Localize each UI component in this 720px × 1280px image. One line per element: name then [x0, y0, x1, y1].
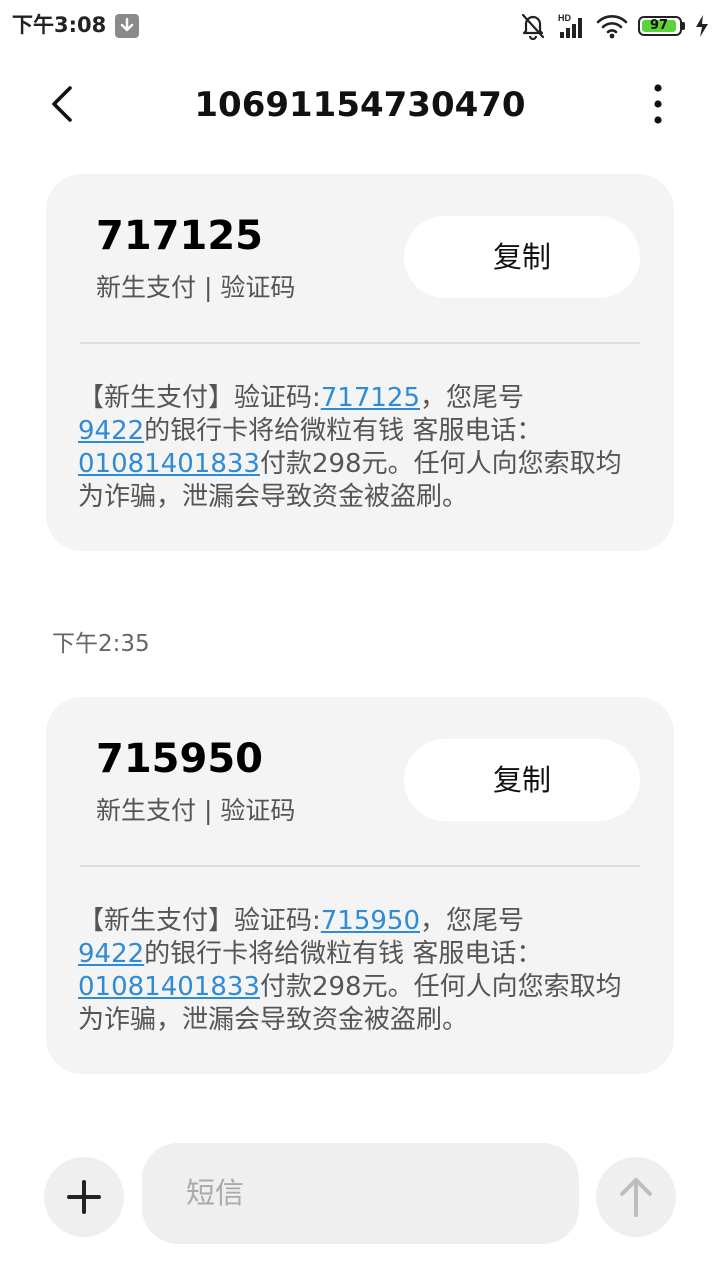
message-input[interactable]: 短信 [142, 1143, 579, 1244]
code-subtitle: 新生支付 | 验证码 [96, 273, 296, 302]
conversation-header: 10691154730470 [0, 62, 720, 148]
code-link[interactable]: 717125 [321, 383, 420, 413]
code-subtitle: 新生支付 | 验证码 [96, 796, 296, 825]
status-time: 下午3:08 [12, 13, 107, 37]
message-text: 为诈骗，泄漏会导致资金被盗刷。 [78, 1005, 469, 1035]
more-vertical-icon [654, 84, 662, 124]
message-text: 【新生支付】验证码: [78, 906, 321, 936]
signal-icon: HD [558, 13, 582, 38]
status-icons: HD 97 [510, 10, 712, 42]
copy-code-button[interactable]: 复制 [404, 739, 640, 821]
message-text: 的银行卡将给微粒有钱 客服电话： [144, 939, 543, 969]
download-icon [115, 14, 139, 38]
phone-number-link[interactable]: 01081401833 [78, 449, 260, 479]
message-text: 付款298元。任何人向您索取均 [259, 449, 622, 479]
message-body: 【新生支付】验证码:717125，您尾号 9422的银行卡将给微粒有钱 客服电话… [78, 382, 644, 514]
message-text: 【新生支付】验证码: [78, 383, 321, 413]
message-card[interactable]: 717125 新生支付 | 验证码 复制 【新生支付】验证码:717125，您尾… [46, 174, 674, 551]
code-link[interactable]: 715950 [321, 906, 420, 936]
divider [80, 342, 640, 344]
message-text: 的银行卡将给微粒有钱 客服电话： [144, 416, 543, 446]
message-text: 付款298元。任何人向您索取均 [259, 972, 622, 1002]
message-text: 为诈骗，泄漏会导致资金被盗刷。 [78, 482, 469, 512]
message-text: ，您尾号 [420, 906, 525, 936]
wifi-icon [596, 15, 628, 39]
copy-code-button[interactable]: 复制 [404, 216, 640, 298]
message-text: ，您尾号 [420, 383, 525, 413]
battery-icon: 97 [638, 16, 685, 36]
back-chevron-icon [52, 86, 72, 122]
add-attachment-button[interactable] [44, 1157, 124, 1237]
back-button[interactable] [36, 78, 88, 130]
phone-number-link[interactable]: 01081401833 [78, 972, 260, 1002]
more-options-button[interactable] [634, 78, 682, 130]
verification-code: 717125 [96, 213, 263, 259]
mute-bell-icon [521, 13, 545, 40]
charging-icon [696, 15, 708, 37]
status-bar: 下午3:08 HD 97 [0, 0, 720, 52]
plus-icon [67, 1180, 101, 1214]
conversation-title: 10691154730470 [194, 85, 526, 125]
card-number-link[interactable]: 9422 [78, 416, 144, 446]
card-number-link[interactable]: 9422 [78, 939, 144, 969]
divider [80, 865, 640, 867]
message-input-placeholder: 短信 [186, 1176, 245, 1210]
send-button[interactable] [596, 1157, 676, 1237]
send-arrow-icon [620, 1178, 652, 1217]
verification-code: 715950 [96, 736, 263, 782]
svg-text:HD: HD [558, 13, 571, 23]
message-card[interactable]: 715950 新生支付 | 验证码 复制 【新生支付】验证码:715950，您尾… [46, 697, 674, 1074]
battery-level: 97 [649, 18, 669, 33]
message-timestamp: 下午2:35 [52, 631, 150, 657]
message-body: 【新生支付】验证码:715950，您尾号 9422的银行卡将给微粒有钱 客服电话… [78, 905, 644, 1037]
